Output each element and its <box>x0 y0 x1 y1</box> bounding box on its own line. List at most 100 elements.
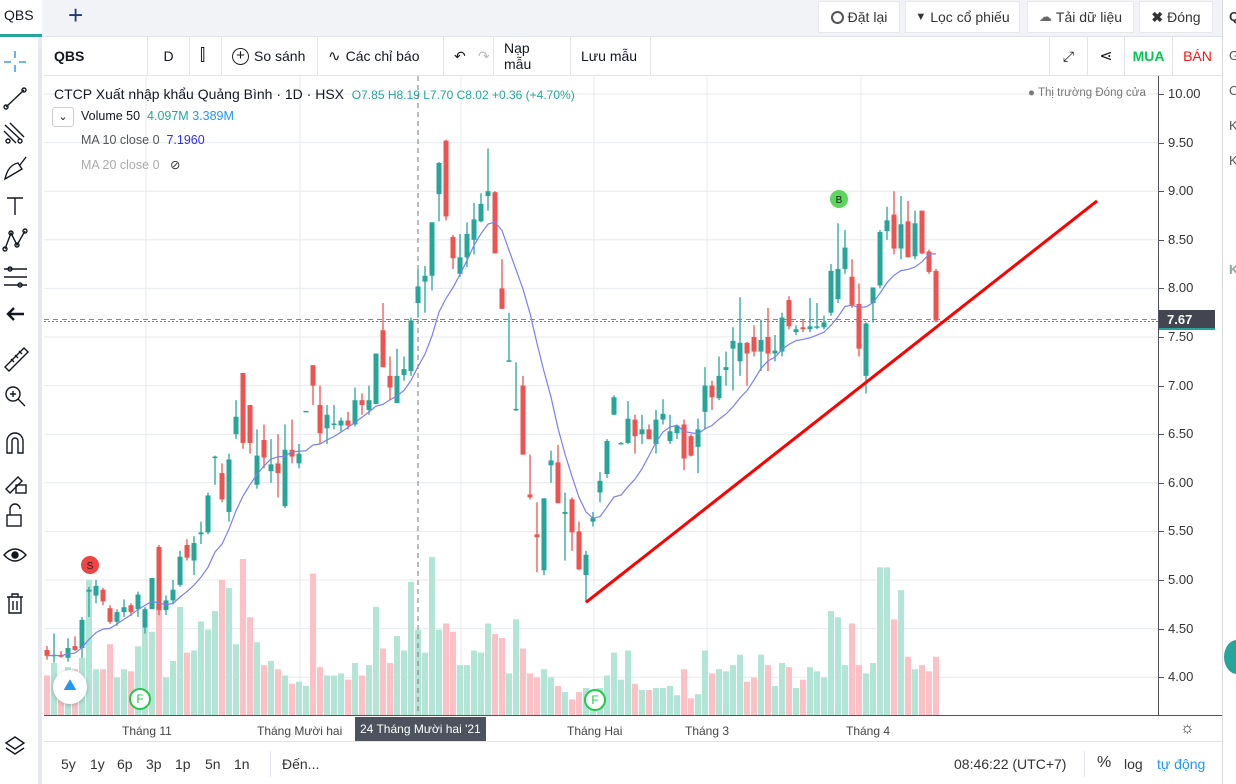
plus-icon[interactable]: + <box>68 2 83 28</box>
reset-button[interactable]: Đặt lại <box>818 1 900 33</box>
candle-body <box>128 605 134 613</box>
save-template-button[interactable]: Lưu mẫu <box>571 37 651 75</box>
buy-label: MUA <box>1132 48 1165 64</box>
right-panel-item[interactable]: C <box>1229 83 1236 98</box>
ma10-legend: MA 10 close 0 7.1960 <box>81 133 205 147</box>
chat-bubble-button[interactable] <box>1224 640 1236 674</box>
redo-button[interactable]: ↷ <box>468 37 494 75</box>
right-panel-item[interactable]: K <box>1229 153 1236 168</box>
compare-button[interactable]: + So sánh <box>222 37 318 75</box>
load-template-button[interactable]: Nạp mẫu <box>494 37 571 75</box>
volume-bar <box>324 675 330 715</box>
pattern-icon[interactable] <box>2 228 28 252</box>
volume-legend: Volume 50 4.097M 3.389M <box>81 109 234 123</box>
price-tick-label: 5.00 <box>1168 572 1194 587</box>
pitchfork-icon[interactable] <box>3 122 25 144</box>
right-panel-item[interactable]: G <box>1229 48 1236 63</box>
symbol-search[interactable]: QBS <box>44 37 148 75</box>
right-panel-item[interactable]: K <box>1229 118 1236 133</box>
buy-button[interactable]: MUA <box>1125 37 1173 75</box>
share-button[interactable]: ⋖ <box>1088 37 1125 75</box>
volume-bar <box>233 644 239 715</box>
sell-marker-label: S <box>87 561 94 572</box>
volume-bar <box>121 669 127 715</box>
volume-bar <box>93 669 99 715</box>
percent-scale-button[interactable]: % <box>1097 754 1111 772</box>
close-label: Đóng <box>1167 9 1201 25</box>
tab-qbs[interactable]: QBS <box>0 0 42 37</box>
crosshair-icon[interactable] <box>4 51 26 72</box>
candle-body <box>786 300 792 327</box>
fib-icon[interactable] <box>4 266 27 288</box>
volume-bar <box>793 687 799 715</box>
volume-bar <box>744 681 750 715</box>
volume-bar <box>702 650 708 715</box>
right-panel-item[interactable]: Q <box>1229 9 1236 24</box>
eye-icon[interactable] <box>3 548 27 562</box>
volume-bar <box>807 667 813 715</box>
volume-bar <box>576 692 582 715</box>
candle-body <box>499 288 505 309</box>
candle-body <box>513 408 519 411</box>
volume-bar <box>814 671 820 715</box>
price-axis[interactable]: 10.00 9.50 9.00 8.50 8.00 7.50 7.00 6.50 6.00 5.5… <box>1158 76 1222 715</box>
candle-body <box>79 619 85 649</box>
volume-bar <box>835 617 841 715</box>
text-icon[interactable] <box>7 197 23 215</box>
range-1d[interactable]: 1n <box>234 756 250 772</box>
candle-body <box>765 337 771 354</box>
undo-button[interactable]: ↶ <box>444 37 471 75</box>
unlock-icon[interactable] <box>6 503 22 527</box>
brush-icon[interactable] <box>3 156 27 181</box>
candle-body <box>373 353 379 405</box>
layers-icon[interactable] <box>4 736 26 755</box>
chart-type-button[interactable]: ⫿ <box>190 37 222 75</box>
auto-scale-button[interactable]: tự động <box>1157 756 1205 772</box>
collapse-legend-button[interactable]: ⌄ <box>52 107 74 127</box>
range-1m[interactable]: 1p <box>175 756 191 772</box>
sell-button[interactable]: BÁN <box>1173 37 1222 75</box>
fullscreen-button[interactable]: ⤢ <box>1049 37 1088 75</box>
stock-filter-button[interactable]: ▼ Lọc cổ phiếu <box>905 1 1020 33</box>
volume-bar <box>443 623 449 715</box>
settings-icon[interactable]: ☼ <box>1180 720 1195 738</box>
arrow-left-icon[interactable] <box>6 307 24 321</box>
lock-pencil-icon[interactable] <box>5 476 27 494</box>
download-label: Tải dữ liệu <box>1055 9 1123 25</box>
volume-bar <box>737 654 743 715</box>
range-5d[interactable]: 5n <box>205 756 221 772</box>
volume-bar <box>100 669 106 715</box>
indicators-button[interactable]: ∿ Các chỉ báo <box>318 37 444 75</box>
right-panel-item[interactable]: K <box>1229 262 1236 277</box>
candle-body <box>555 462 561 504</box>
volume-bar <box>177 606 183 715</box>
candle-body <box>114 612 120 622</box>
chart-pane[interactable]: S B F F CTCP Xuất nhập khẩu Quảng Bình · 1D… <box>44 76 1158 715</box>
trash-icon[interactable] <box>7 593 23 614</box>
goto-date-button[interactable]: Đến... <box>282 756 319 772</box>
logo-icon: ⛰ <box>53 670 87 704</box>
interval-button[interactable]: D <box>148 37 190 75</box>
magnet-icon[interactable] <box>6 432 24 454</box>
download-data-button[interactable]: ☁ Tải dữ liệu <box>1027 1 1134 33</box>
candle-body <box>156 546 162 611</box>
eye-hidden-icon[interactable]: ⊘ <box>170 158 180 172</box>
range-5y[interactable]: 5y <box>61 756 76 772</box>
range-1y[interactable]: 1y <box>90 756 105 772</box>
log-scale-button[interactable]: log <box>1124 756 1143 772</box>
candle-body <box>933 270 939 321</box>
volume-bar <box>625 650 631 715</box>
range-6m[interactable]: 6p <box>117 756 133 772</box>
trend-line-icon[interactable] <box>3 87 27 110</box>
ruler-icon[interactable] <box>4 347 29 372</box>
volume-bar <box>44 675 50 715</box>
time-axis[interactable]: Tháng 11 Tháng Mười hai Tháng Hai Tháng … <box>44 715 1222 741</box>
candle-body <box>261 440 267 458</box>
volume-bar <box>569 699 575 715</box>
close-button[interactable]: ✖ Đóng <box>1139 1 1213 33</box>
zoom-in-icon[interactable] <box>5 386 26 407</box>
range-3m[interactable]: 3p <box>146 756 162 772</box>
candle-body <box>716 375 722 399</box>
price-chart[interactable]: S B F F <box>44 76 1158 715</box>
candle-body <box>821 322 827 328</box>
